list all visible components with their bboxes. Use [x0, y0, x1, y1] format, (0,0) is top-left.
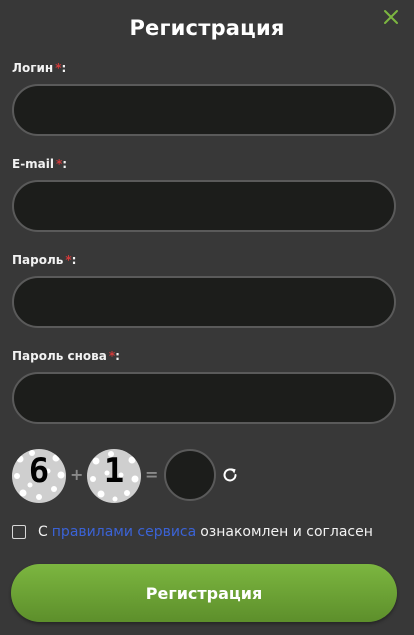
label-colon: :: [115, 349, 120, 363]
email-input[interactable]: [12, 180, 396, 232]
captcha-first-ball: 6: [12, 449, 66, 503]
agreement-checkbox[interactable]: [12, 525, 26, 539]
password-label-text: Пароль: [12, 253, 64, 267]
terms-link[interactable]: правилами сервиса: [52, 524, 196, 540]
password-label: Пароль *:: [12, 253, 76, 267]
agreement-prefix: С: [38, 524, 48, 540]
email-label-text: E-mail: [12, 157, 55, 171]
captcha-operator: +: [70, 465, 84, 484]
password-input[interactable]: [12, 276, 396, 328]
captcha-answer-input[interactable]: [164, 449, 216, 501]
label-colon: :: [62, 157, 68, 171]
refresh-icon[interactable]: [221, 466, 239, 484]
password-repeat-label-text: Пароль снова: [12, 349, 107, 363]
agreement-row: С правилами сервиса ознакомлен и согласе…: [12, 524, 373, 540]
agreement-suffix: ознакомлен и согласен: [200, 524, 373, 540]
captcha-first-number: 6: [28, 451, 50, 491]
register-button[interactable]: Регистрация: [11, 564, 397, 622]
captcha-second-number: 1: [103, 451, 125, 491]
login-label-text: Логин: [12, 61, 54, 75]
modal-title: Регистрация: [129, 16, 285, 40]
close-icon[interactable]: [382, 8, 400, 26]
email-label: E-mail *:: [12, 157, 67, 171]
login-label: Логин *:: [12, 61, 66, 75]
captcha-second-ball: 1: [87, 449, 141, 503]
captcha-equals: =: [145, 465, 159, 484]
label-colon: :: [61, 61, 67, 75]
password-repeat-input[interactable]: [12, 372, 396, 424]
label-colon: :: [71, 253, 77, 267]
password-repeat-label: Пароль снова *:: [12, 349, 120, 363]
login-input[interactable]: [12, 84, 396, 136]
